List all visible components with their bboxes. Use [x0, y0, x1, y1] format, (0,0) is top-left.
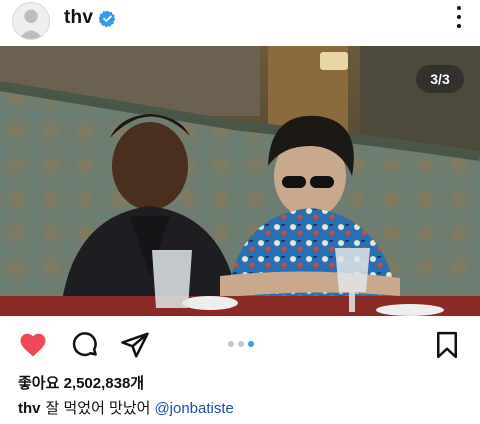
carousel-dot [228, 341, 234, 347]
post-actions [0, 326, 480, 362]
avatar-image [13, 3, 49, 39]
likes-count[interactable]: 좋아요 2,502,838개 [18, 372, 144, 393]
comment-bubble-icon [72, 332, 97, 357]
caption-username[interactable]: thv [18, 400, 41, 417]
more-vertical-icon [457, 6, 461, 10]
caption-text: 잘 먹었어 맛났어 [45, 400, 151, 417]
share-button[interactable] [120, 330, 150, 360]
bookmark-icon [437, 331, 457, 359]
heart-filled-icon [20, 333, 46, 357]
carousel-indicator [228, 341, 254, 347]
avatar[interactable] [12, 2, 50, 40]
post-header: thv [0, 0, 480, 40]
like-button[interactable] [18, 330, 48, 360]
carousel-counter: 3/3 [416, 65, 464, 93]
more-options-button[interactable] [454, 6, 464, 28]
caption-mention-link[interactable]: @jonbatiste [154, 400, 233, 417]
carousel-dot [238, 341, 244, 347]
post-photo[interactable]: 3/3 [0, 46, 480, 316]
carousel-dot-active [248, 341, 254, 347]
paper-plane-icon [121, 332, 149, 358]
post-caption: thv 잘 먹었어 맛났어 @jonbatiste [18, 397, 234, 418]
comment-button[interactable] [70, 330, 100, 360]
username-label: thv [64, 7, 94, 28]
verified-badge-icon [99, 10, 116, 27]
post-author[interactable]: thv [64, 7, 116, 29]
save-button[interactable] [432, 330, 462, 360]
photo-image [0, 46, 480, 316]
